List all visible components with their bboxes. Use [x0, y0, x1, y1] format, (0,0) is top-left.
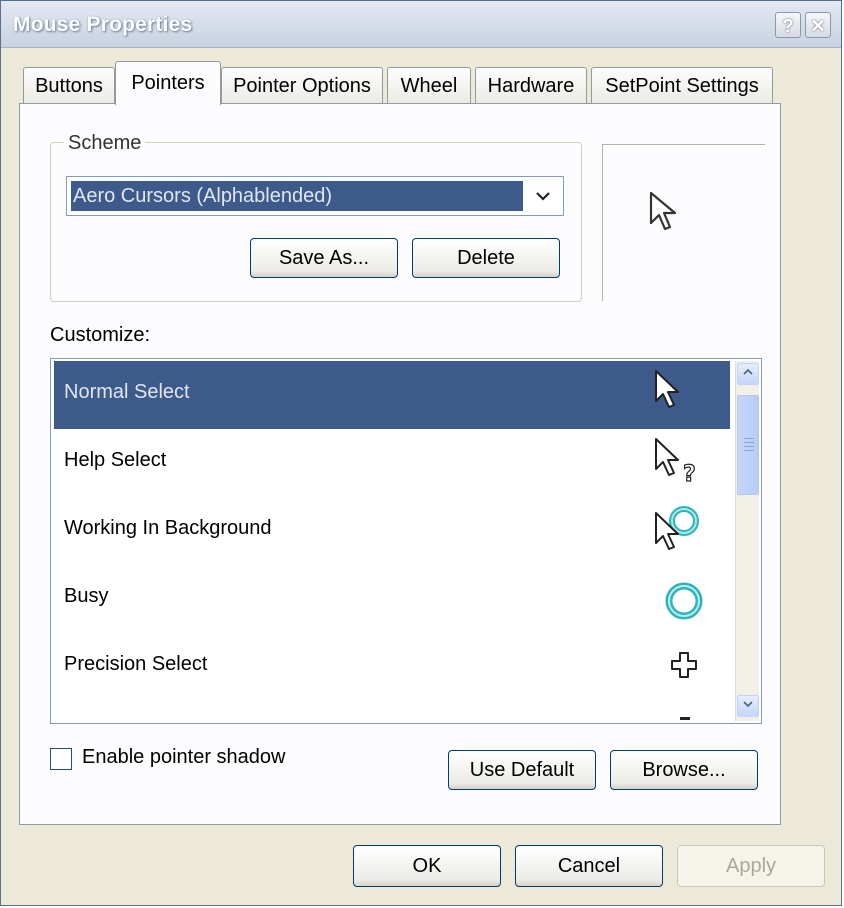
scroll-down-button[interactable] — [737, 695, 759, 717]
customize-label: Customize: — [50, 324, 151, 346]
list-item-partial — [54, 701, 730, 723]
scheme-groupbox — [50, 142, 582, 302]
help-button[interactable]: ? — [775, 12, 801, 38]
list-item-label: Normal Select — [64, 381, 190, 403]
chevron-down-icon[interactable] — [529, 183, 557, 209]
mouse-properties-window: Mouse Properties ? ✕ Buttons Pointers Po… — [0, 0, 842, 906]
help-cursor-icon: ? — [655, 438, 696, 488]
window-title: Mouse Properties — [13, 13, 193, 36]
list-item-label: Precision Select — [64, 653, 208, 675]
arrow-cursor-icon — [655, 370, 679, 408]
browse-button[interactable]: Browse... — [610, 750, 758, 790]
delete-scheme-button[interactable]: Delete — [412, 238, 560, 278]
tab-setpoint-settings[interactable]: SetPoint Settings — [591, 67, 773, 103]
enable-pointer-shadow-label: Enable pointer shadow — [82, 746, 286, 768]
close-button[interactable]: ✕ — [805, 12, 831, 38]
busy-ring-icon — [665, 582, 703, 620]
close-icon: ✕ — [810, 16, 826, 36]
save-as-button[interactable]: Save As... — [250, 238, 398, 278]
apply-button[interactable]: Apply — [677, 845, 825, 887]
ok-button[interactable]: OK — [353, 845, 501, 887]
list-scrollbar[interactable] — [735, 361, 759, 721]
help-icon: ? — [782, 16, 794, 36]
list-item-working-in-background[interactable]: Working In Background — [54, 497, 730, 565]
tab-pointers[interactable]: Pointers — [115, 61, 221, 105]
svg-text:?: ? — [683, 462, 696, 487]
enable-pointer-shadow-checkbox[interactable] — [50, 748, 72, 770]
tab-wheel[interactable]: Wheel — [387, 67, 471, 103]
list-item-help-select[interactable]: Help Select ? — [54, 429, 730, 497]
use-default-button[interactable]: Use Default — [448, 750, 596, 790]
pointer-preview — [602, 144, 765, 301]
tab-pointer-options[interactable]: Pointer Options — [221, 67, 383, 103]
scheme-dropdown[interactable]: Aero Cursors (Alphablended) — [66, 176, 564, 216]
scroll-up-button[interactable] — [737, 363, 759, 385]
cursor-list[interactable]: Normal Select Help Select ? Working In B… — [50, 358, 762, 724]
crosshair-cursor-icon — [671, 652, 697, 678]
tab-buttons[interactable]: Buttons — [23, 67, 115, 103]
list-item-label: Working In Background — [64, 517, 272, 539]
list-item-label: Busy — [64, 585, 109, 607]
cancel-button[interactable]: Cancel — [515, 845, 663, 887]
list-item-precision-select[interactable]: Precision Select — [54, 633, 730, 701]
scheme-selected-value: Aero Cursors (Alphablended) — [71, 181, 523, 211]
scheme-label: Scheme — [64, 132, 146, 155]
pointers-tab-panel: Scheme Aero Cursors (Alphablended) Save … — [19, 103, 781, 825]
list-item-busy[interactable]: Busy — [54, 565, 730, 633]
title-bar[interactable]: Mouse Properties ? ✕ — [1, 1, 841, 48]
tab-hardware[interactable]: Hardware — [475, 67, 587, 103]
partial-cursor-icon — [680, 717, 690, 720]
list-item-normal-select[interactable]: Normal Select — [54, 361, 730, 429]
arrow-cursor-icon — [649, 191, 677, 231]
scroll-thumb[interactable] — [737, 395, 759, 495]
working-cursor-icon — [655, 506, 699, 550]
list-item-label: Help Select — [64, 449, 167, 471]
